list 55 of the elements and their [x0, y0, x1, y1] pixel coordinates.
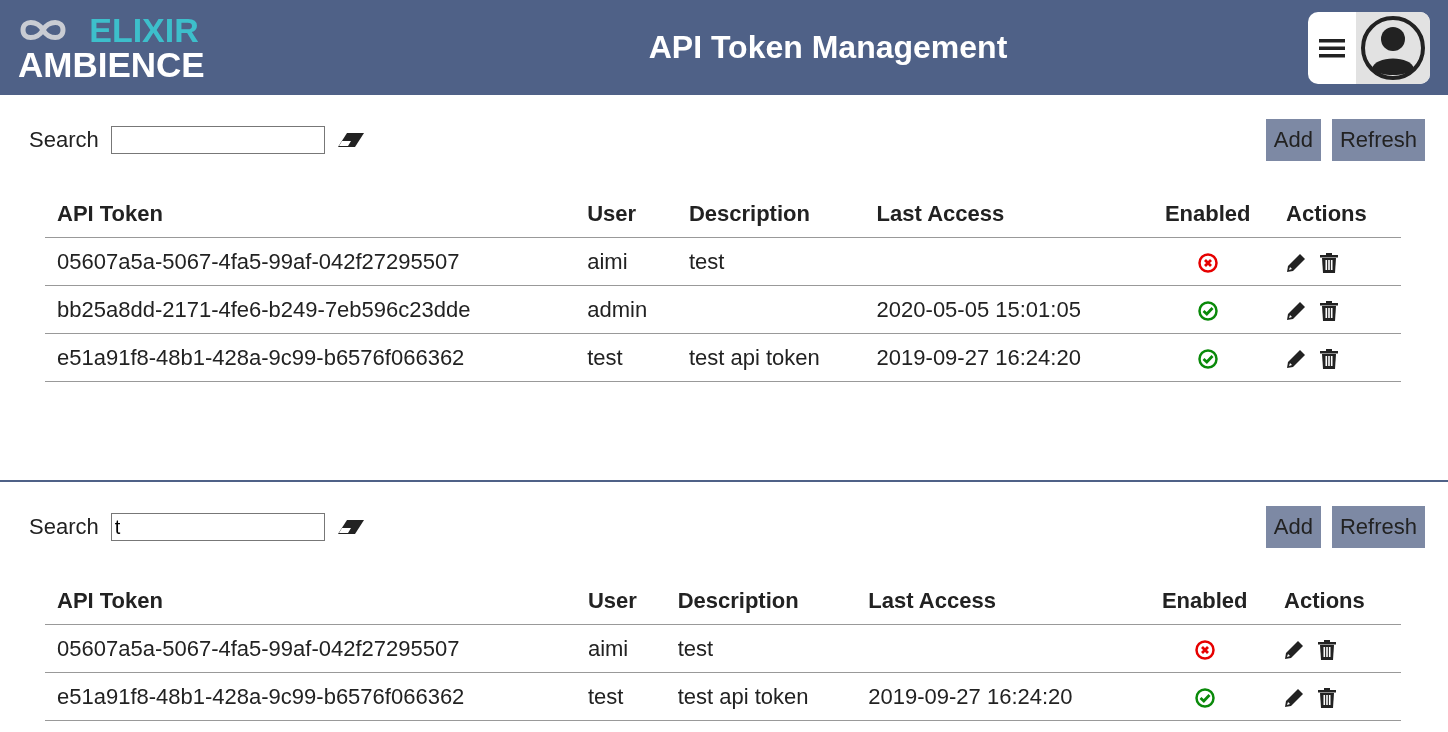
toolbar-button[interactable]: Add — [1265, 119, 1321, 161]
table-cell: 2020-05-05 15:01:05 — [864, 285, 1142, 334]
menu-icon[interactable] — [1319, 37, 1345, 58]
table-cell: test — [676, 237, 865, 286]
delete-icon[interactable] — [1320, 252, 1339, 273]
search-field[interactable]: t — [110, 513, 325, 541]
column-header: Description — [665, 578, 857, 625]
table-cell: test api token — [665, 672, 857, 721]
table-cell: e51a91f8-48b1-428a-9c99-b6576f066362 — [45, 672, 576, 721]
table-cell: test — [575, 672, 666, 721]
delete-icon[interactable] — [1318, 639, 1337, 660]
table-cell: test — [665, 624, 857, 673]
search-label: Search — [29, 514, 99, 540]
table-cell: aimi — [575, 237, 677, 286]
edit-icon[interactable] — [1286, 252, 1307, 273]
table-cell: 05607a5a-5067-4fa5-99af-042f27295507 — [45, 624, 576, 673]
table-cell: bb25a8dd-2171-4fe6-b249-7eb596c23dde — [45, 285, 576, 334]
eraser-icon[interactable] — [336, 132, 365, 148]
table-cell: 05607a5a-5067-4fa5-99af-042f27295507 — [45, 237, 576, 286]
column-header: Last Access — [864, 191, 1142, 238]
logo-wordmark: ELIXIR — [89, 13, 200, 47]
table-cell: e51a91f8-48b1-428a-9c99-b6576f066362 — [45, 333, 576, 382]
logo-subtitle: AMBIENCE — [18, 47, 206, 82]
column-header: User — [575, 191, 677, 238]
edit-icon[interactable] — [1286, 300, 1307, 321]
delete-icon[interactable] — [1320, 300, 1339, 321]
search-label: Search — [29, 127, 99, 153]
user-menu[interactable] — [1308, 11, 1430, 84]
edit-icon[interactable] — [1286, 348, 1307, 369]
column-header: Actions — [1274, 191, 1401, 238]
column-header: Enabled — [1141, 191, 1275, 238]
table-cell: 2019-09-27 16:24:20 — [864, 333, 1142, 382]
table-cell: 2019-09-27 16:24:20 — [856, 672, 1138, 721]
column-header: API Token — [45, 191, 576, 238]
table-cell: aimi — [575, 624, 666, 673]
table-cell: test api token — [676, 333, 865, 382]
column-header: User — [575, 578, 666, 625]
column-header: Enabled — [1137, 578, 1273, 625]
column-header: Description — [676, 191, 865, 238]
delete-icon[interactable] — [1320, 348, 1339, 369]
toolbar-button[interactable]: Add — [1265, 506, 1321, 548]
edit-icon[interactable] — [1284, 639, 1305, 660]
page-title: API Token Management — [647, 29, 1009, 66]
eraser-icon[interactable] — [336, 519, 365, 535]
toolbar-button[interactable]: Refresh — [1331, 119, 1425, 161]
table-cell: test — [575, 333, 677, 382]
avatar-icon[interactable] — [1360, 14, 1426, 81]
table-cell: admin — [575, 285, 677, 334]
search-field[interactable] — [110, 126, 325, 154]
delete-icon[interactable] — [1318, 687, 1337, 708]
toolbar-button[interactable]: Refresh — [1331, 506, 1425, 548]
column-header: Last Access — [856, 578, 1138, 625]
column-header: Actions — [1272, 578, 1401, 625]
edit-icon[interactable] — [1284, 687, 1305, 708]
column-header: API Token — [45, 578, 576, 625]
